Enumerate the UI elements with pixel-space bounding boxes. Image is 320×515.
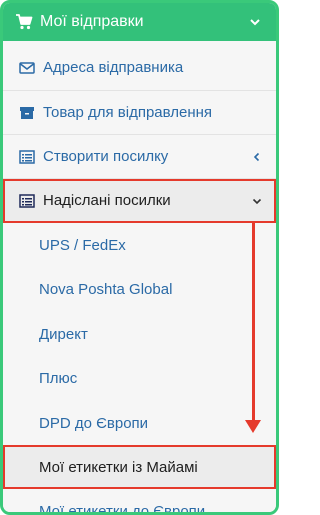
submenu-item-label: Мої етикетки до Європи	[39, 502, 206, 515]
list-icon	[19, 149, 35, 164]
menu-item-create-parcel[interactable]: Створити посилку	[3, 135, 276, 179]
submenu-item-plus[interactable]: Плюс	[3, 356, 276, 401]
menu-item-label: Створити посилку	[43, 148, 169, 165]
submenu-item-direct[interactable]: Директ	[3, 312, 276, 356]
menu-item-goods[interactable]: Товар для відправлення	[3, 91, 276, 135]
submenu-item-label: UPS / FedEx	[39, 236, 126, 254]
menu-item-label: Адреса відправника	[43, 59, 184, 76]
submenu-item-label: DPD до Європи	[39, 414, 149, 432]
submenu-item-miami-labels[interactable]: Мої етикетки із Майамі	[3, 445, 276, 489]
menu-item-sender-address[interactable]: Адреса відправника	[3, 45, 276, 91]
submenu-item-label: Мої етикетки із Майамі	[39, 458, 198, 476]
chevron-down-icon	[252, 198, 262, 204]
list-icon	[19, 193, 35, 208]
annotation-arrow-line	[252, 222, 255, 420]
menu-item-label: Надіслані посилки	[43, 192, 171, 209]
submenu-item-label: Директ	[39, 325, 88, 343]
submenu-item-label: Nova Poshta Global	[39, 281, 173, 298]
sidebar-panel: Мої відправки Адреса відправника Товар д…	[0, 0, 279, 515]
submenu-item-nova-poshta-global[interactable]: Nova Poshta Global	[3, 267, 276, 312]
submenu-item-dpd-europe[interactable]: DPD до Європи	[3, 401, 276, 445]
my-shipments-header[interactable]: Мої відправки	[3, 3, 276, 41]
menu-item-sent-parcels[interactable]: Надіслані посилки	[3, 179, 276, 223]
submenu-item-label: Плюс	[39, 370, 78, 387]
submenu-item-ups-fedex[interactable]: UPS / FedEx	[3, 223, 276, 267]
envelope-icon	[19, 61, 35, 74]
menu-item-label: Товар для відправлення	[43, 104, 213, 121]
annotation-arrow-head	[245, 420, 261, 433]
cart-icon	[16, 14, 33, 30]
header-title: Мої відправки	[40, 13, 144, 30]
chevron-left-icon	[253, 152, 260, 161]
chevron-down-icon	[250, 19, 260, 26]
box-icon	[20, 106, 34, 119]
submenu-item-europe-labels[interactable]: Мої етикетки до Європи	[3, 489, 276, 515]
